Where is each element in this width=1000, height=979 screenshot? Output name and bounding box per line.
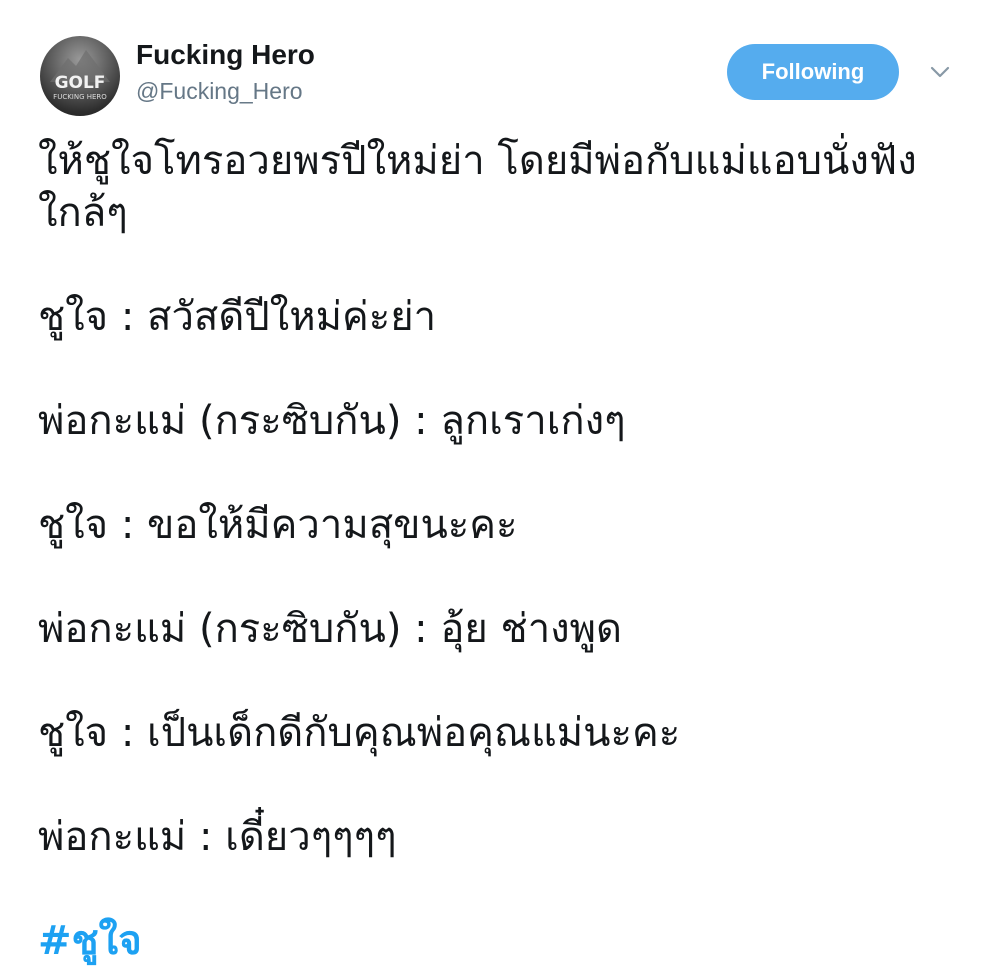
tweet-line: พ่อกะแม่ (กระซิบกัน) : อุ้ย ช่างพูด [38, 606, 623, 652]
tweet-intro: ให้ชูใจโทรอวยพรปีใหม่ย่า โดยมีพ่อกับแม่แ… [38, 138, 917, 236]
chevron-down-icon[interactable] [928, 62, 952, 82]
tweet-line: ชูใจ : เป็นเด็กดีกับคุณพ่อคุณแม่นะคะ [38, 710, 681, 756]
tweet-header: GOLF FUCKING HERO Fucking Hero @Fucking_… [0, 0, 1000, 120]
tweet-line: พ่อกะแม่ : เดี๋ยวๆๆๆๆ [38, 814, 397, 860]
avatar-text-bottom: FUCKING HERO [53, 93, 107, 101]
tweet-line: พ่อกะแม่ (กระซิบกัน) : ลูกเราเก่งๆ [38, 398, 626, 444]
user-names: Fucking Hero @Fucking_Hero [136, 38, 315, 106]
avatar-text-top: GOLF [55, 73, 106, 93]
tweet-line: ชูใจ : สวัสดีปีใหม่ค่ะย่า [38, 294, 437, 340]
avatar[interactable]: GOLF FUCKING HERO [40, 36, 120, 116]
tweet-text: ให้ชูใจโทรอวยพรปีใหม่ย่า โดยมีพ่อกับแม่แ… [38, 135, 978, 967]
following-button[interactable]: Following [727, 44, 899, 100]
display-name[interactable]: Fucking Hero [136, 38, 315, 72]
tweet-line: ชูใจ : ขอให้มีความสุขนะคะ [38, 502, 518, 548]
hashtag-link[interactable]: #ชูใจ [38, 915, 978, 967]
avatar-logo: GOLF FUCKING HERO [50, 50, 110, 101]
username[interactable]: @Fucking_Hero [136, 76, 315, 106]
